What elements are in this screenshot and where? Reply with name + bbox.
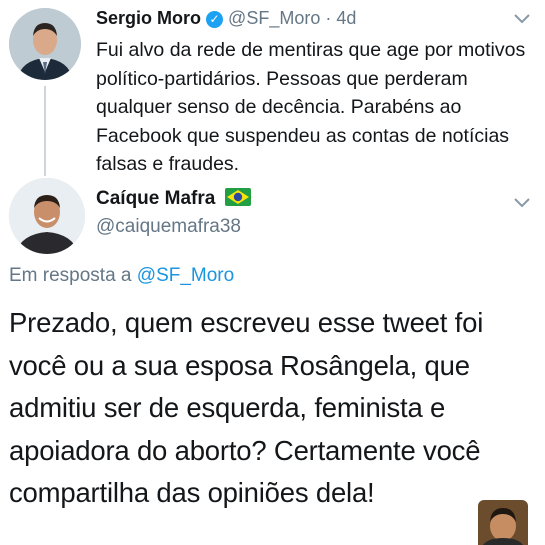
tweet1-timestamp[interactable]: 4d [336, 8, 356, 28]
thread-connector-line [44, 86, 46, 176]
tweet1-author-name[interactable]: Sergio Moro [96, 8, 201, 28]
chevron-down-icon[interactable] [514, 192, 530, 213]
caique-mafra-avatar[interactable] [9, 178, 85, 254]
tweet1-handle[interactable]: @SF_Moro [228, 8, 320, 28]
tweet2-author-name[interactable]: Caíque Mafra [96, 188, 215, 209]
brazil-flag-icon [224, 188, 251, 206]
corner-avatar-thumbnail [478, 500, 528, 545]
tweet1-header: Sergio Moro ✓ @SF_Moro · 4d [96, 8, 356, 29]
sergio-moro-avatar[interactable] [9, 8, 81, 80]
verified-badge-icon: ✓ [206, 11, 224, 28]
tweet2-handle[interactable]: @caiquemafra38 [96, 216, 241, 238]
reply-to-link[interactable]: @SF_Moro [137, 265, 234, 286]
chevron-down-icon[interactable] [514, 8, 530, 29]
tweet2-author-row: Caíque Mafra [96, 188, 251, 210]
reply-prefix: Em resposta a [9, 265, 132, 286]
tweet1-text: Fui alvo da rede de mentiras que age por… [96, 39, 526, 175]
tweet1-separator: · [325, 8, 332, 28]
tweet2-text: Prezado, quem escreveu esse tweet foi vo… [9, 307, 484, 508]
reply-context: Em resposta a @SF_Moro [9, 265, 234, 287]
